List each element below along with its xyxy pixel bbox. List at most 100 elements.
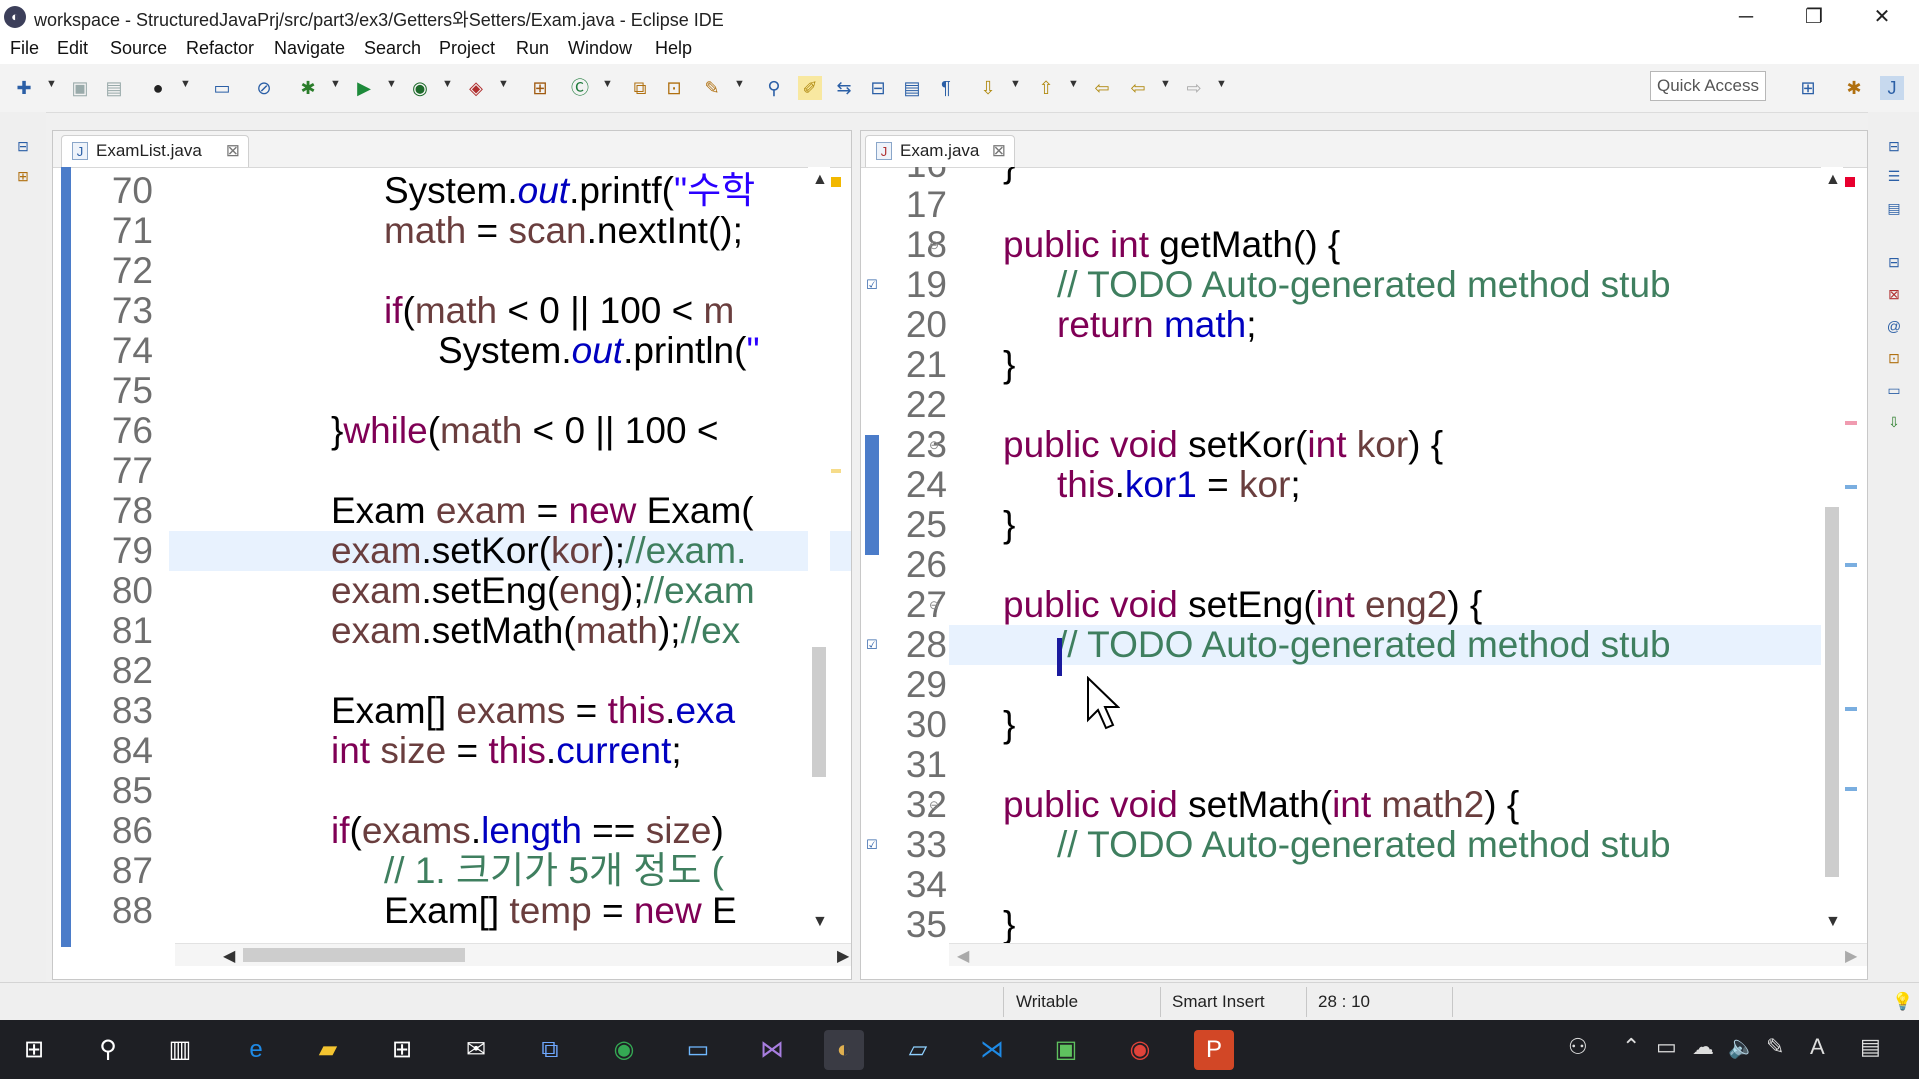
save-icon[interactable]: ▣ [68,76,92,100]
insert-mode-status[interactable]: Smart Insert [1172,992,1265,1012]
scroll-thumb[interactable] [243,948,465,962]
menu-window[interactable]: Window [568,38,632,59]
fold-icon[interactable]: ⊖ [929,599,941,611]
progress-icon[interactable]: ⇩ [1884,412,1904,432]
close-button[interactable]: ✕ [1852,0,1912,34]
code-area[interactable]: 16} 17 18⊖public int getMath() { 19 ☑ // T… [861,167,1867,979]
pilcrow-icon[interactable]: ¶ [934,76,958,100]
close-tab-icon[interactable]: ⊠ [226,136,240,166]
start-icon[interactable]: ⊞ [14,1030,54,1070]
open-perspective-icon[interactable]: ⊞ [1796,76,1820,100]
overview-marker[interactable] [1845,707,1857,711]
tab-exam[interactable]: J Exam.java ⊠ [865,135,1015,167]
restore-view-icon[interactable]: ⊟ [1884,252,1904,272]
task-list-icon[interactable]: ▤ [1884,198,1904,218]
people-icon[interactable]: ⚇ [1568,1034,1588,1060]
search-icon[interactable]: ✎ [700,76,724,100]
show-whitespace-icon[interactable]: ⊟ [866,76,890,100]
scroll-up-arrow[interactable]: ▲ [1825,171,1841,189]
menu-edit[interactable]: Edit [57,38,88,59]
store-icon[interactable]: ⊞ [382,1030,422,1070]
task-view-icon[interactable]: ▥ [160,1030,200,1070]
package-explorer-icon[interactable]: ⊞ [13,166,33,186]
chevron-down-icon[interactable]: ▼ [1216,78,1227,90]
notification-icon[interactable]: ▤ [1860,1034,1881,1060]
menu-project[interactable]: Project [439,38,495,59]
edge-icon[interactable]: e [236,1030,276,1070]
task-marker-icon[interactable]: ☑ [863,276,881,294]
media-app-icon[interactable]: ▣ [1046,1030,1086,1070]
tab-examlist[interactable]: J ExamList.java ⊠ [61,135,249,167]
debug-icon[interactable]: ✱ [296,76,320,100]
scroll-up-arrow[interactable]: ▲ [812,171,828,189]
pen-icon[interactable]: ✎ [1766,1034,1784,1060]
code-area[interactable]: 70 System.out.printf("수학 71 math = scan.ne… [53,167,851,979]
lightbulb-icon[interactable]: 💡 [1892,992,1913,1012]
network-icon[interactable]: ▭ [1656,1034,1677,1060]
chevron-down-icon[interactable]: ▼ [46,78,57,90]
menu-source[interactable]: Source [110,38,167,59]
quick-access-input[interactable]: Quick Access [1650,71,1766,101]
vertical-scrollbar[interactable]: ▲ ▼ [1821,167,1843,937]
fold-icon[interactable]: ⊖ [929,439,941,451]
external-tools-icon[interactable]: ◈ [464,76,488,100]
eclipse-icon[interactable]: ◐ [824,1030,864,1070]
chrome-profile-icon[interactable]: ◉ [1120,1030,1160,1070]
chevron-down-icon[interactable]: ▼ [180,78,191,90]
word-wrap-icon[interactable]: ▤ [900,76,924,100]
prev-annotation-icon[interactable]: ⇧ [1034,76,1058,100]
new-icon[interactable]: ✚ [12,76,36,100]
toggle-mark-occurrences-icon[interactable]: ⚲ [762,76,786,100]
open-task-icon[interactable]: ⊡ [662,76,686,100]
scroll-down-arrow[interactable]: ▼ [812,913,828,931]
scroll-thumb[interactable] [1825,507,1839,877]
vscode-icon[interactable]: ⋊ [972,1030,1012,1070]
overview-marker[interactable] [1845,485,1857,489]
console-icon[interactable]: ▭ [210,76,234,100]
console-icon[interactable]: ▭ [1884,380,1904,400]
menu-run[interactable]: Run [516,38,549,59]
chevron-down-icon[interactable]: ▼ [498,78,509,90]
scroll-thumb[interactable] [812,647,826,777]
notepad-icon[interactable]: ▱ [898,1030,938,1070]
file-explorer-icon[interactable]: ▰ [308,1030,348,1070]
menu-refactor[interactable]: Refactor [186,38,254,59]
open-type-icon[interactable]: ⧉ [628,76,652,100]
network-tool-icon[interactable]: ⧉ [530,1030,570,1070]
onedrive-icon[interactable]: ☁ [1692,1034,1714,1060]
task-marker-icon[interactable]: ☑ [863,836,881,854]
skip-breakpoints-icon[interactable]: ⊘ [252,76,276,100]
task-marker-icon[interactable]: ☑ [863,636,881,654]
javadoc-icon[interactable]: @ [1884,316,1904,336]
overview-marker[interactable] [1845,563,1857,567]
last-edit-icon[interactable]: ⇦ [1090,76,1114,100]
forward-icon[interactable]: ⇨ [1182,76,1206,100]
chevron-down-icon[interactable]: ▼ [602,78,613,90]
chrome-icon[interactable]: ◉ [604,1030,644,1070]
scroll-right-arrow[interactable]: ▶ [837,946,849,966]
overview-marker[interactable] [1845,787,1857,791]
restore-view-icon[interactable]: ⊟ [13,136,33,156]
block-selection-icon[interactable]: ⇆ [832,76,856,100]
horizontal-scrollbar[interactable]: ◀ ▶ [175,943,851,966]
restore-button[interactable]: ❐ [1784,0,1844,34]
minimize-button[interactable]: ─ [1716,0,1776,34]
restore-view-icon[interactable]: ⊟ [1884,136,1904,156]
overview-error-marker[interactable] [1845,177,1855,187]
visual-studio-icon[interactable]: ⋈ [752,1030,792,1070]
menu-help[interactable]: Help [655,38,692,59]
fold-icon[interactable]: ⊖ [929,239,941,251]
mail-icon[interactable]: ✉ [456,1030,496,1070]
back-icon[interactable]: ⇦ [1126,76,1150,100]
chevron-down-icon[interactable]: ▼ [330,78,341,90]
problems-icon[interactable]: ⊠ [1884,284,1904,304]
cursor-position[interactable]: 28 : 10 [1318,992,1370,1012]
menu-navigate[interactable]: Navigate [274,38,345,59]
volume-icon[interactable]: 🔈 [1728,1034,1755,1060]
overview-warning-marker[interactable] [831,177,841,187]
vertical-scrollbar[interactable]: ▲ ▼ [808,167,830,937]
search-icon[interactable]: ⚲ [88,1030,128,1070]
horizontal-scrollbar[interactable]: ◀ ▶ [949,943,1867,966]
scroll-left-arrow[interactable]: ◀ [957,946,969,966]
remote-desktop-icon[interactable]: ▭ [678,1030,718,1070]
